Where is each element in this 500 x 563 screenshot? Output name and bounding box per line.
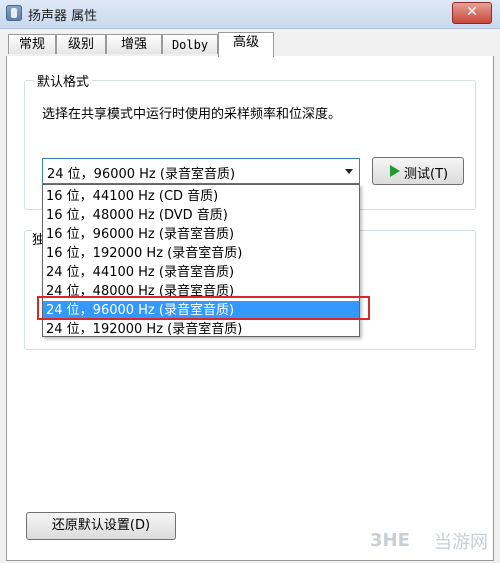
title-bar: 扬声器 属性 ✕ — [0, 0, 500, 29]
test-button[interactable]: 测试(T) — [372, 157, 464, 185]
dropdown-option[interactable]: 16 位，96000 Hz (录音室音质) — [43, 225, 359, 244]
tab-strip: 常规 级别 增强 Dolby 高级 — [0, 32, 500, 57]
tab-enhancements[interactable]: 增强 — [106, 34, 162, 54]
tab-general[interactable]: 常规 — [8, 34, 56, 54]
tab-advanced[interactable]: 高级 — [218, 32, 274, 57]
dropdown-option[interactable]: 16 位，44100 Hz (CD 音质) — [43, 187, 359, 206]
selection-highlight-box — [37, 296, 370, 320]
window-title: 扬声器 属性 — [28, 9, 98, 24]
restore-defaults-button[interactable]: 还原默认设置(D) — [26, 512, 176, 540]
sample-rate-select[interactable]: 24 位，96000 Hz (录音室音质) — [42, 158, 360, 184]
default-format-label: 默认格式 — [34, 71, 93, 90]
dropdown-option[interactable]: 16 位，48000 Hz (DVD 音质) — [43, 206, 359, 225]
svg-text:3HE: 3HE — [370, 530, 410, 551]
test-button-label: 测试(T) — [404, 167, 449, 182]
watermark: 3HE 当游网 — [318, 525, 488, 553]
exclusive-mode-label: 独 — [32, 229, 42, 248]
watermark-logo-icon: 3HE — [370, 530, 410, 551]
close-button[interactable]: ✕ — [452, 2, 492, 24]
tab-dolby[interactable]: Dolby — [162, 34, 218, 54]
dropdown-option[interactable]: 24 位，44100 Hz (录音室音质) — [43, 263, 359, 282]
default-format-description: 选择在共享模式中运行时使用的采样频率和位深度。 — [42, 107, 342, 122]
speaker-icon — [6, 5, 22, 21]
tab-levels[interactable]: 级别 — [56, 34, 106, 54]
chevron-down-icon[interactable] — [345, 169, 353, 174]
play-icon — [390, 165, 400, 177]
dropdown-option[interactable]: 16 位，192000 Hz (录音室音质) — [43, 244, 359, 263]
select-current-value: 24 位，96000 Hz (录音室音质) — [47, 167, 236, 182]
dropdown-option[interactable]: 24 位，192000 Hz (录音室音质) — [43, 320, 359, 339]
watermark-text: 当游网 — [434, 532, 488, 553]
